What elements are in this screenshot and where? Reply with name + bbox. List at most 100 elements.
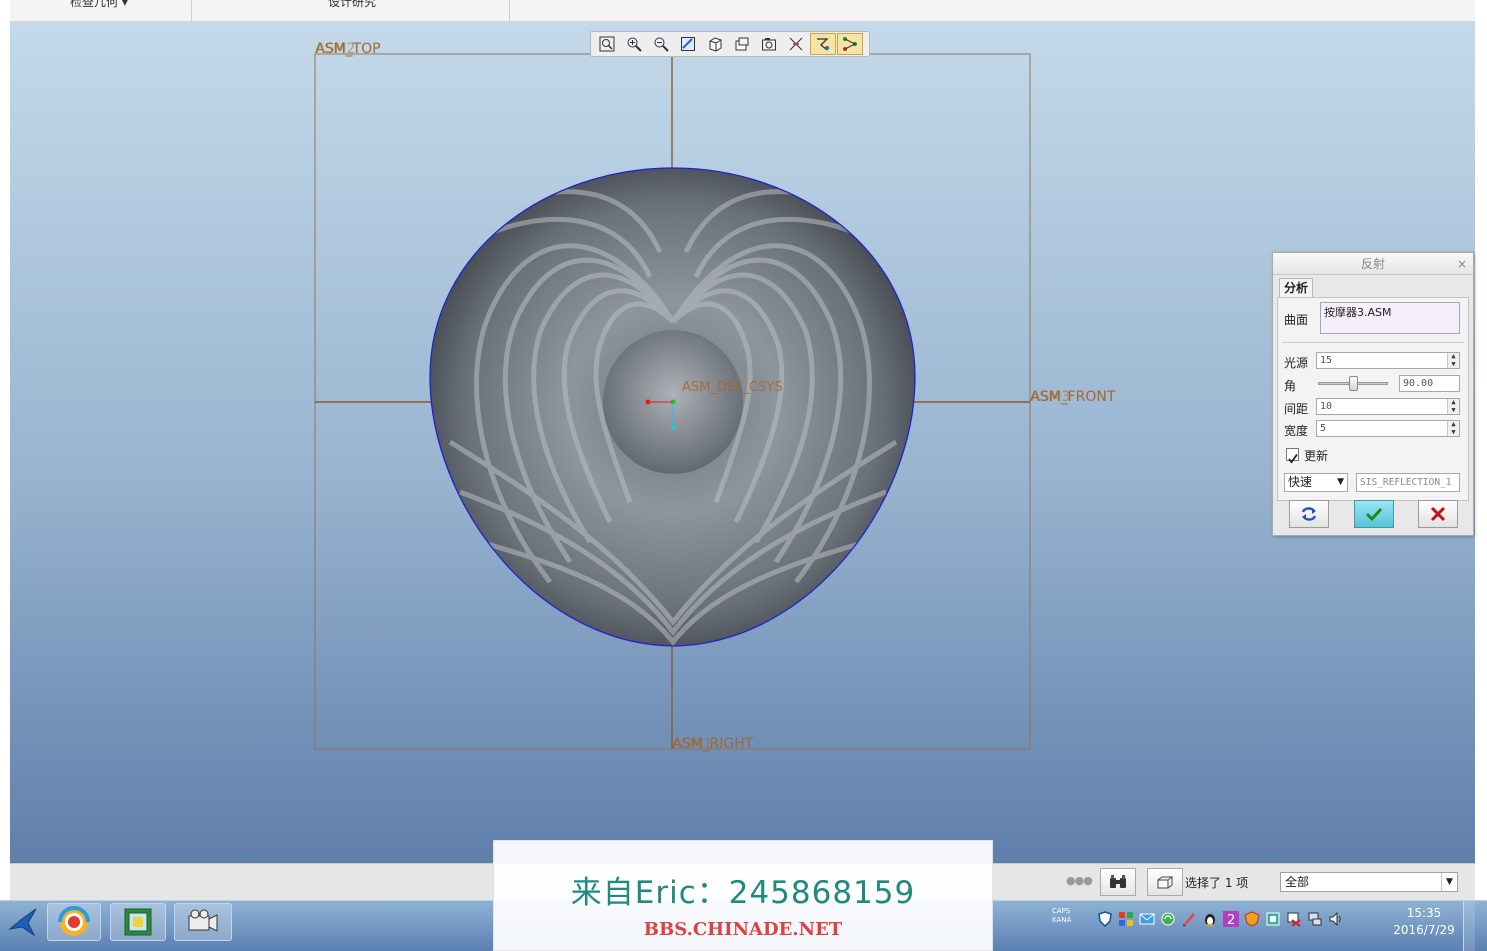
flag-icon[interactable] [1286,911,1302,927]
checkmark-icon [1288,453,1298,464]
reflection-dialog: 反射 × 分析 曲面 按摩器3.ASM 光源 15 ▲ ▼ 角 90.00 间距 … [1272,252,1474,536]
selection-count-text: 选择了 1 项 [1185,876,1249,890]
view-manager-icon [762,38,776,51]
zoom-in-button[interactable] [621,33,647,55]
penguin-icon[interactable] [1202,911,1218,927]
refresh-icon [1301,507,1317,521]
surface-label: 曲面 [1284,313,1309,327]
view-manager-button[interactable] [756,33,782,55]
analysis-tab-body: 曲面 按摩器3.ASM 光源 15 ▲ ▼ 角 90.00 间距 10 ▲ ▼ 宽度… [1277,297,1469,501]
annotation-display-button[interactable] [837,33,863,55]
zoom-fit-icon [599,36,615,52]
repaint-button[interactable] [675,33,701,55]
ribbon-group-design-study[interactable]: 设计研究 [328,0,438,14]
angle-slider-thumb[interactable] [1348,376,1358,391]
close-icon [1430,506,1446,522]
repaint-analysis-button[interactable] [1289,500,1329,528]
browser-icon [58,906,90,936]
zoom-out-icon [654,37,669,52]
clock-time: 15:35 [1406,906,1442,920]
datum-label-asm-def-csys[interactable]: ASM_DEF_CSYS [682,380,783,395]
spin-center-button[interactable] [810,33,836,55]
graphics-viewport[interactable]: ASM_TOP ASM2 ASM_FRONT ASM3 ASM_RIGHT AS… [10,22,1475,863]
datum-label-asm-front[interactable]: ASM_FRONT ASM3 [1030,389,1115,405]
dialog-title-bar[interactable]: 反射 × [1273,253,1473,275]
saved-views-icon [735,37,749,51]
sync-icon[interactable] [1160,911,1176,927]
ok-button[interactable] [1354,500,1394,528]
mail-icon[interactable] [1139,911,1155,927]
camera-icon [188,909,218,932]
taskbar-app-recorder[interactable] [174,903,232,941]
clock-date: 2016/7/29 [1393,923,1455,937]
clock[interactable]: 15:35 2016/7/29 [1392,905,1456,939]
app-window-icon [124,908,152,936]
datum-label-asm-top[interactable]: ASM_TOP ASM2 [315,41,381,57]
repaint-icon [681,37,695,51]
start-button[interactable] [6,905,40,939]
zoom-fit-button[interactable] [594,33,620,55]
datum-label-asm-front-prefix: ASM3 [1031,389,1071,405]
caps-indicator: CAPS [1052,907,1071,915]
dialog-title: 反射 [1360,257,1385,271]
update-checkbox[interactable] [1286,448,1299,464]
security-icon[interactable] [1244,911,1260,927]
cube-app-icon[interactable] [1265,911,1281,927]
selection-filter-button[interactable] [1147,868,1183,896]
surface-collector[interactable]: 按摩器3.ASM [1320,302,1460,334]
light-source-value: 15 [1320,355,1333,366]
pen-icon[interactable] [1181,911,1197,927]
keyboard-status: CAPS KANA [1052,907,1071,925]
chevron-down-icon: ▼ [1441,873,1457,891]
spacing-field[interactable]: 10 ▲ ▼ [1316,398,1460,415]
show-desktop-button[interactable] [1463,901,1475,951]
number-two-icon[interactable]: 2 [1223,911,1239,927]
light-source-field[interactable]: 15 ▲ ▼ [1316,352,1460,369]
find-button[interactable] [1100,868,1136,896]
mode-select[interactable]: 快速 ▼ [1284,473,1348,492]
network-icon[interactable] [1307,911,1323,927]
zoom-out-button[interactable] [648,33,674,55]
tab-analysis[interactable]: 分析 [1279,278,1313,298]
taskbar-app-creo[interactable] [110,903,166,941]
display-style-icon [709,37,722,52]
watermark-site: BBS.CHINADE.NET [643,919,843,940]
graphics-toolbar [590,31,870,57]
spacing-spinner[interactable]: ▲ ▼ [1447,399,1459,414]
datum-label-asm-right[interactable]: ASM_RIGHT ASM1 [672,736,753,752]
spin-center-icon [817,38,829,51]
ribbon-divider [509,0,510,22]
feature-name-field[interactable]: SIS_REFLECTION_1 [1356,473,1460,492]
close-icon[interactable]: × [1457,253,1467,275]
zoom-in-icon [627,37,642,52]
datum-display-icon [789,37,803,51]
display-style-button[interactable] [702,33,728,55]
checkmark-icon [1365,507,1383,522]
speaker-icon[interactable] [1328,911,1344,927]
angle-label: 角 [1284,379,1297,393]
box-select-icon [1157,876,1173,889]
binoculars-icon [1110,875,1126,888]
grid-app-icon[interactable] [1118,911,1134,927]
saved-views-button[interactable] [729,33,755,55]
spacing-value: 10 [1320,401,1333,412]
ribbon-group-check-geometry[interactable]: 检查几何 ▾ [70,0,180,14]
taskbar-app-browser[interactable] [47,903,101,941]
kana-indicator: KANA [1052,916,1072,924]
datum-display-button[interactable] [783,33,809,55]
watermark-overlay: 来自Eric：245868159 BBS.CHINADE.NET [493,840,993,951]
angle-field[interactable]: 90.00 [1399,375,1460,392]
bird-logo-icon [8,908,37,937]
datum-label-asm-right-prefix: ASM1 [673,736,713,752]
section-divider [1282,342,1464,343]
width-field[interactable]: 5 ▲ ▼ [1316,420,1460,437]
annotation-display-icon [843,37,857,51]
width-spinner[interactable]: ▲ ▼ [1447,421,1459,436]
cancel-button[interactable] [1418,500,1458,528]
system-tray: 2 [1097,911,1344,927]
shield-icon[interactable] [1097,911,1113,927]
status-indicator-dots: ●●● [1066,874,1093,887]
ribbon-divider [191,0,192,22]
selection-filter-select[interactable]: 全部 ▼ [1280,872,1458,892]
light-source-spinner[interactable]: ▲ ▼ [1447,353,1459,368]
